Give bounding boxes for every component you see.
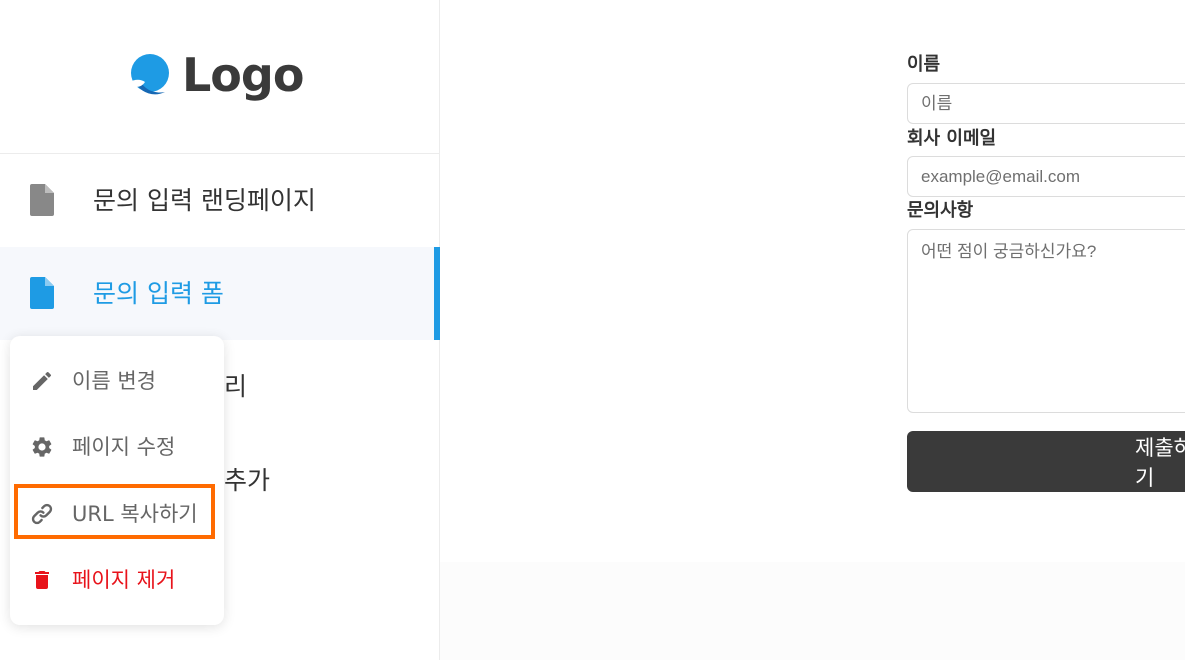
main-footer-area xyxy=(440,562,1185,660)
logo-icon xyxy=(129,54,169,95)
sidebar-item-landing-page[interactable]: 문의 입력 랜딩페이지 xyxy=(0,154,439,247)
sidebar-item-partial-label[interactable]: 추가 xyxy=(224,464,270,498)
link-icon xyxy=(31,503,53,525)
submit-button[interactable]: 제출하기 xyxy=(907,431,1185,492)
menu-item-delete-page[interactable]: 페이지 제거 xyxy=(10,552,224,608)
menu-item-rename[interactable]: 이름 변경 xyxy=(10,353,224,409)
inquiry-textarea[interactable] xyxy=(907,229,1185,413)
inquiry-form: 이름 회사 이메일 문의사항 제출하기 xyxy=(907,0,1185,500)
name-label: 이름 xyxy=(907,54,941,75)
sidebar-item-label: 문의 입력 랜딩페이지 xyxy=(93,186,316,215)
menu-item-label: 이름 변경 xyxy=(72,369,156,393)
gear-icon xyxy=(32,437,52,457)
menu-item-edit-page[interactable]: 페이지 수정 xyxy=(10,419,224,475)
pencil-icon xyxy=(33,371,52,390)
logo-text: Logo xyxy=(182,48,304,102)
name-input[interactable] xyxy=(907,83,1185,124)
trash-icon xyxy=(35,571,49,589)
logo-area: Logo xyxy=(0,0,439,154)
menu-item-copy-url[interactable]: URL 복사하기 xyxy=(10,486,224,542)
sidebar-item-partial-label[interactable]: 리 xyxy=(224,370,247,404)
document-icon xyxy=(30,184,54,216)
inquiry-label: 문의사항 xyxy=(907,200,974,221)
menu-item-label: 페이지 제거 xyxy=(72,568,176,592)
email-label: 회사 이메일 xyxy=(907,128,997,149)
sidebar-item-label: 문의 입력 폼 xyxy=(93,279,224,308)
email-input[interactable] xyxy=(907,156,1185,197)
document-icon xyxy=(30,277,54,309)
menu-item-label: URL 복사하기 xyxy=(72,502,198,526)
menu-item-label: 페이지 수정 xyxy=(72,435,176,459)
sidebar-item-inquiry-form[interactable]: 문의 입력 폼 xyxy=(0,247,440,340)
context-menu: 이름 변경 페이지 수정 URL 복사하기 페이지 제거 xyxy=(10,336,224,625)
